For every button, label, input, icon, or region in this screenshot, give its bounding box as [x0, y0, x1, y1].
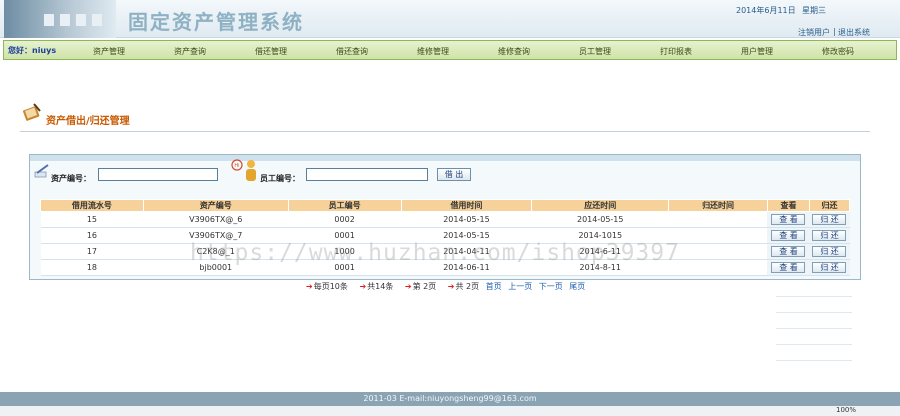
main-nav: 您好：niuys 资产管理 资产查询 借还管理 借还查询 维修管理 维修查询 员… [3, 40, 897, 60]
asset-number-label: 资产编号： [51, 174, 91, 183]
nav-repair-management[interactable]: 维修管理 [417, 46, 449, 57]
return-button[interactable]: 归 还 [812, 246, 847, 257]
app-footer: 2011-03 E-mail:niuyongsheng99@163.com [0, 392, 900, 406]
decorative-line [776, 312, 852, 313]
total-pages-text: 共 2页 [455, 282, 480, 291]
pagination: ➔每页10条 ➔共14条 ➔第 2页 ➔共 2页 首页 上一页 下一页 尾页 [306, 281, 589, 292]
asset-number-input[interactable] [98, 168, 218, 181]
cell-asset: V3906TX@_6 [143, 211, 289, 228]
last-page-link[interactable]: 尾页 [569, 282, 585, 291]
nav-asset-management[interactable]: 资产管理 [93, 46, 125, 57]
browser-status-bar: 100% [0, 406, 900, 416]
cell-return: 归 还 [809, 243, 850, 260]
cell-return: 归 还 [809, 259, 850, 276]
arrow-right-icon: ➔ [447, 282, 455, 291]
col-view: 查看 [766, 199, 810, 212]
next-page-link[interactable]: 下一页 [539, 282, 563, 291]
view-button[interactable]: 查 看 [771, 262, 806, 273]
view-button[interactable]: 查 看 [771, 230, 806, 241]
col-borrow-time: 借用时间 [400, 199, 533, 212]
cell-view: 查 看 [767, 243, 810, 260]
cell-due-time: 2014-05-15 [531, 211, 669, 228]
col-return: 归还 [808, 199, 851, 212]
nav-print-report[interactable]: 打印报表 [660, 46, 692, 57]
employee-number-input[interactable] [306, 168, 428, 181]
cell-serial: 17 [40, 243, 144, 260]
arrow-right-icon: ➔ [359, 282, 367, 291]
footer-text: 2011-03 E-mail:niuyongsheng99@163.com [363, 394, 537, 403]
cell-return-time [668, 259, 768, 276]
logout-user-link[interactable]: 注销用户 [798, 27, 830, 38]
heading-divider [20, 131, 870, 132]
employee-icon: Hi [231, 159, 256, 181]
borrow-button[interactable]: 借 出 [437, 168, 471, 181]
current-date: 2014年6月11日 [736, 6, 796, 15]
col-return-time: 归还时间 [668, 199, 768, 212]
return-button[interactable]: 归 还 [812, 214, 847, 225]
panel-top-bar [30, 155, 860, 161]
nav-change-password[interactable]: 修改密码 [822, 46, 854, 57]
cell-borrow-time: 2014-05-15 [401, 211, 532, 228]
prev-page-link[interactable]: 上一页 [508, 282, 532, 291]
building-logo-icon [4, 0, 116, 38]
return-button[interactable]: 归 还 [812, 230, 847, 241]
col-asset-number: 资产编号 [142, 199, 289, 212]
view-button[interactable]: 查 看 [771, 214, 806, 225]
decorative-line [776, 328, 852, 329]
return-button[interactable]: 归 还 [812, 262, 847, 273]
cell-return-time [668, 243, 768, 260]
cell-return: 归 还 [809, 211, 850, 228]
cell-serial: 16 [40, 227, 144, 244]
watermark-text: https://www.huzhan.com/ishop39397 [190, 240, 680, 266]
total-count-text: 共14条 [367, 282, 394, 291]
cell-return: 归 还 [809, 227, 850, 244]
current-page-text: 第 2页 [412, 282, 437, 291]
book-pen-icon [22, 103, 41, 121]
system-title: 固定资产管理系统 [128, 10, 304, 34]
current-weekday: 星期三 [802, 6, 826, 15]
nav-asset-query[interactable]: 资产查询 [174, 46, 206, 57]
app-header: 固定资产管理系统 2014年6月11日 星期三 注销用户 | 退出系统 [0, 0, 900, 38]
table-header-row: 借用流水号 资产编号 员工编号 借用时间 应还时间 归还时间 查看 归还 [40, 199, 851, 212]
first-page-link[interactable]: 首页 [486, 282, 502, 291]
cell-view: 查 看 [767, 259, 810, 276]
arrow-right-icon: ➔ [404, 282, 412, 291]
nav-borrow-management[interactable]: 借还管理 [255, 46, 287, 57]
user-greeting: 您好：niuys [8, 46, 57, 55]
header-separator: | [833, 27, 836, 36]
exit-system-link[interactable]: 退出系统 [838, 27, 870, 38]
zoom-level[interactable]: 100% [836, 406, 856, 414]
cell-return-time [668, 227, 768, 244]
cell-employee: 0002 [288, 211, 402, 228]
cell-serial: 15 [40, 211, 144, 228]
svg-text:Hi: Hi [234, 163, 239, 169]
col-borrow-serial: 借用流水号 [40, 199, 144, 212]
table-row: 15 V3906TX@_6 0002 2014-05-15 2014-05-15… [40, 211, 850, 228]
pencil-icon [34, 164, 49, 178]
cell-return-time [668, 211, 768, 228]
view-button[interactable]: 查 看 [771, 246, 806, 257]
decorative-line [776, 296, 852, 297]
cell-serial: 18 [40, 259, 144, 276]
nav-user-management[interactable]: 用户管理 [741, 46, 773, 57]
cell-view: 查 看 [767, 211, 810, 228]
cell-view: 查 看 [767, 227, 810, 244]
employee-number-label: 员工编号： [260, 174, 300, 183]
col-due-time: 应还时间 [531, 199, 670, 212]
col-employee-number: 员工编号 [287, 199, 402, 212]
decorative-line [776, 360, 852, 361]
nav-repair-query[interactable]: 维修查询 [498, 46, 530, 57]
page-title: 资产借出/归还管理 [46, 116, 130, 127]
nav-employee-management[interactable]: 员工管理 [579, 46, 611, 57]
per-page-text: 每页10条 [313, 282, 348, 291]
arrow-right-icon: ➔ [306, 282, 313, 291]
nav-borrow-query[interactable]: 借还查询 [336, 46, 368, 57]
decorative-line [776, 344, 852, 345]
